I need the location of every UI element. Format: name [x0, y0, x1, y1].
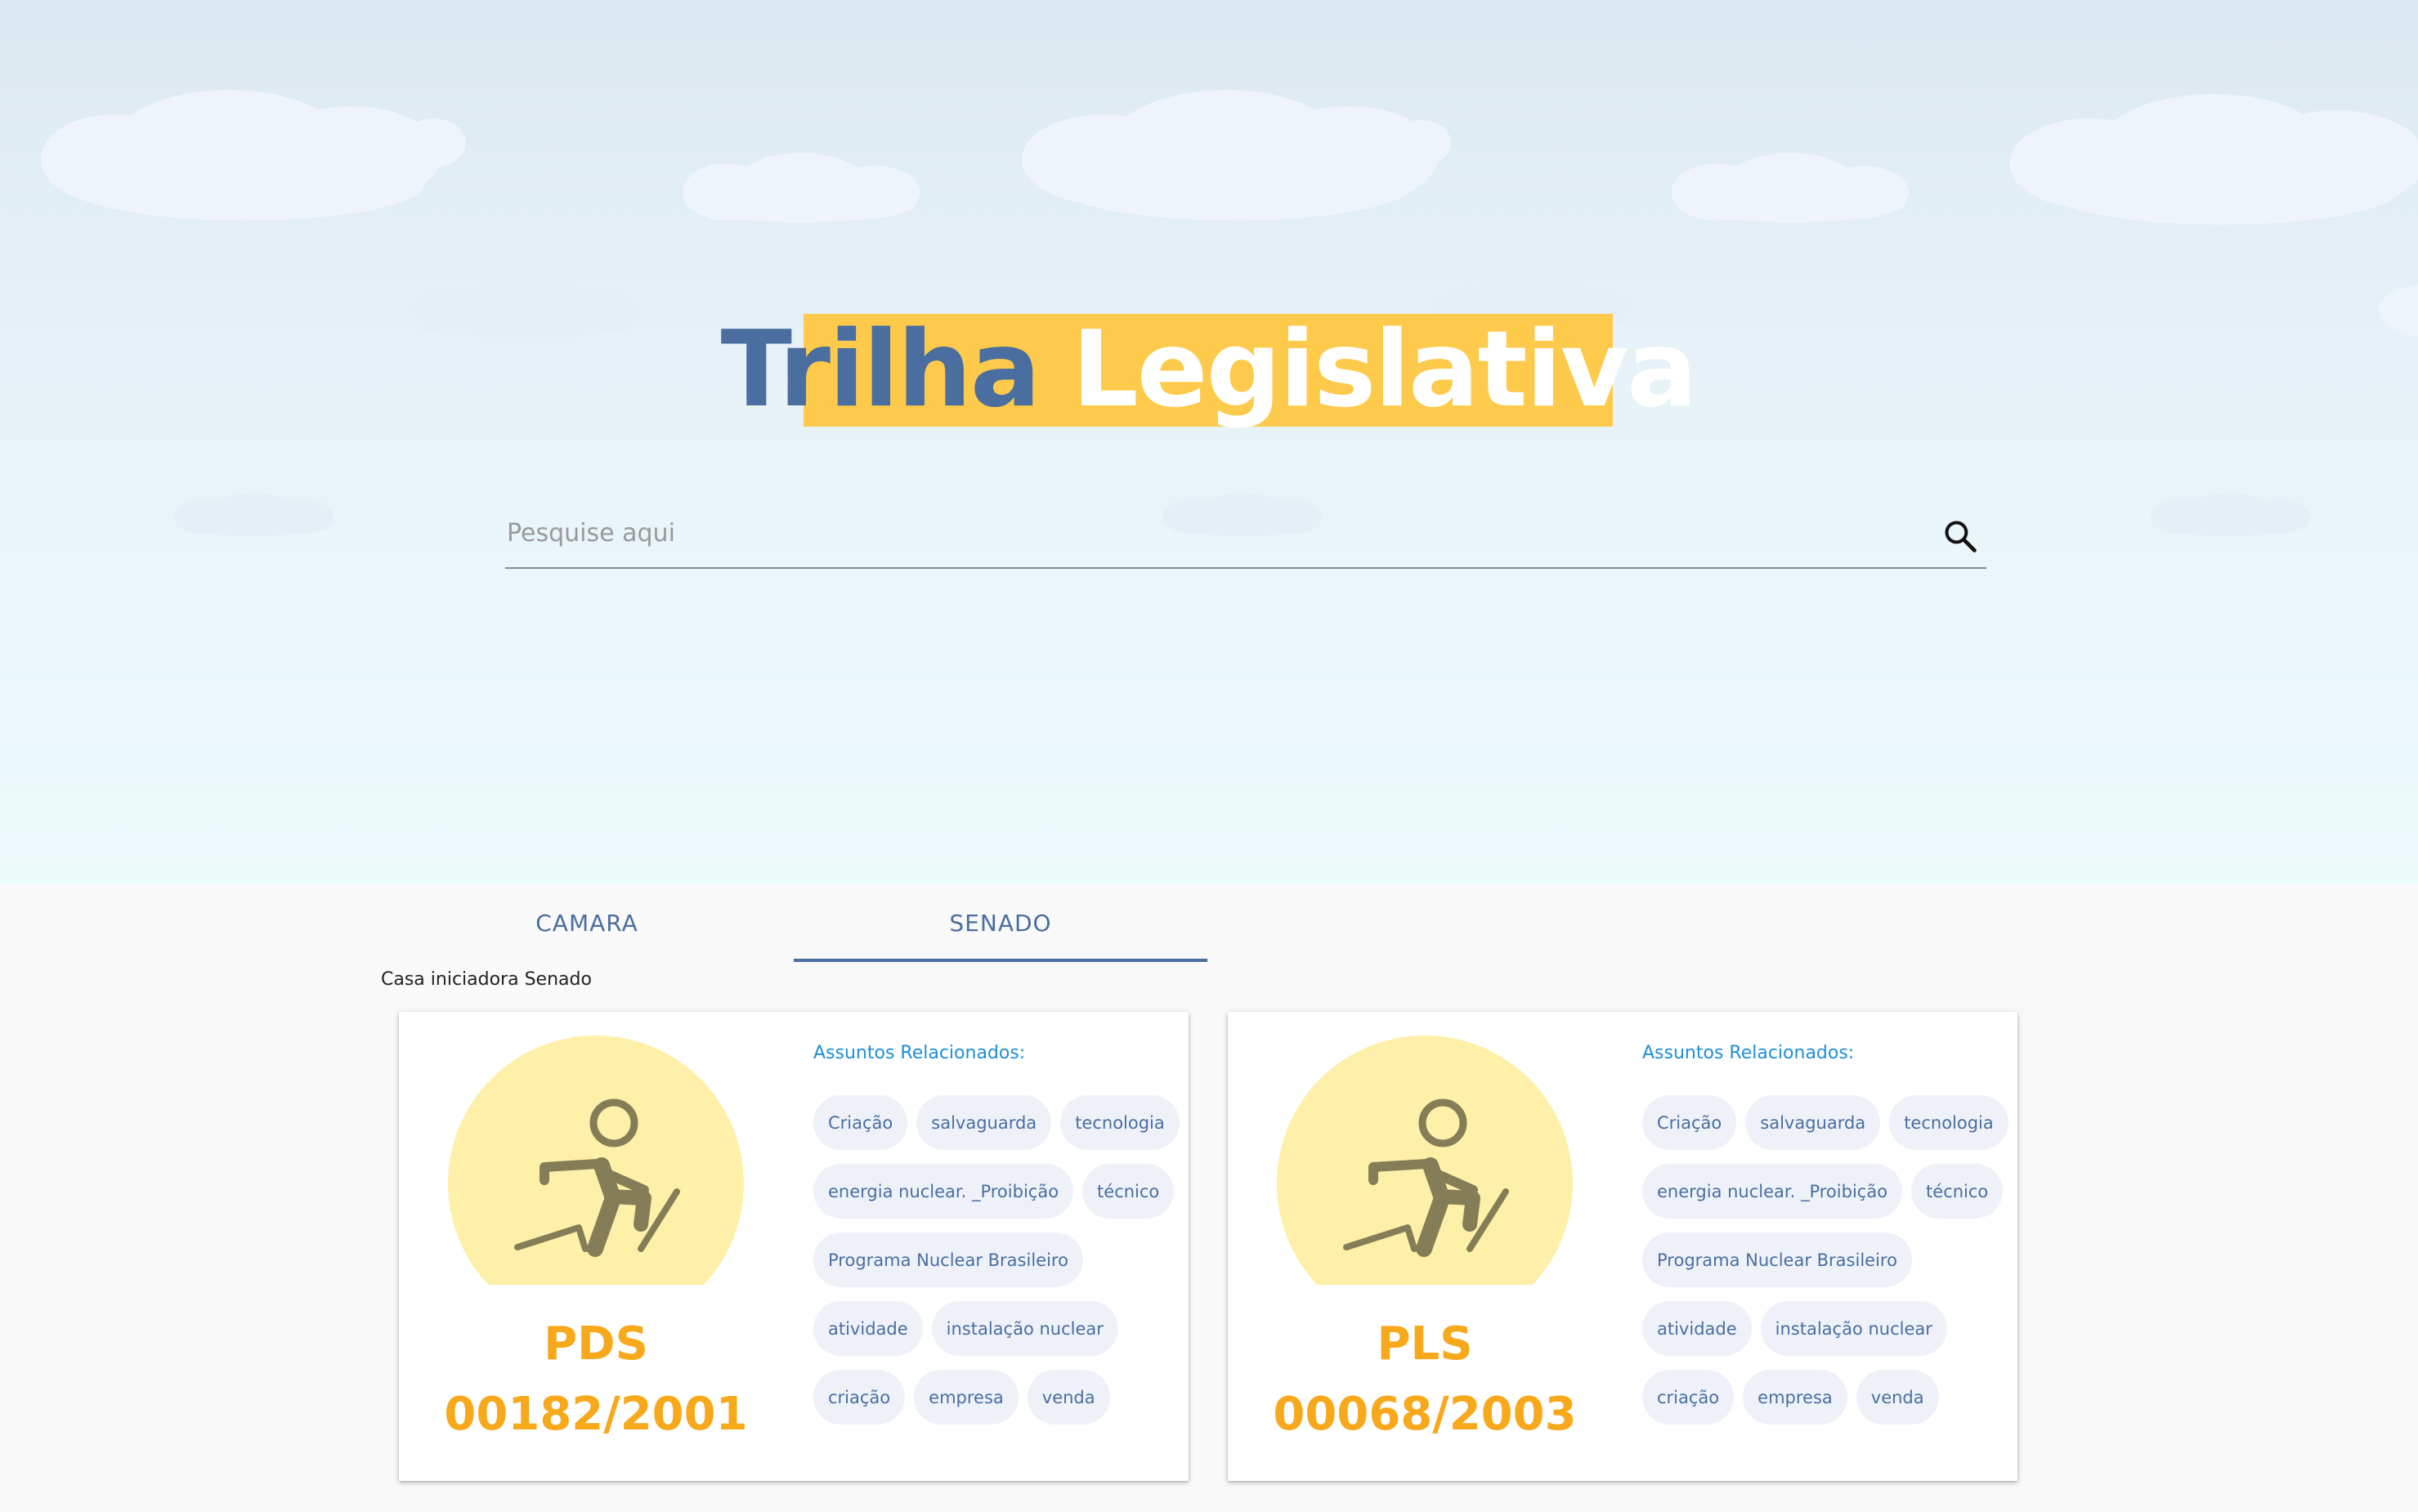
- subject-chip[interactable]: energia nuclear. _Proibição: [1642, 1164, 1903, 1219]
- cloud-decoration: [409, 277, 642, 338]
- subject-chip[interactable]: venda: [1027, 1370, 1110, 1425]
- subject-chip[interactable]: empresa: [1743, 1370, 1847, 1425]
- proposal-type: PLS: [1377, 1317, 1473, 1371]
- search-bar: [505, 500, 1986, 569]
- subject-chip[interactable]: tecnologia: [1060, 1095, 1180, 1150]
- cloud-decoration: [2150, 493, 2310, 536]
- casa-iniciadora-label: Casa iniciadora Senado: [381, 969, 592, 990]
- cloud-decoration: [1672, 153, 1909, 222]
- page-title-part2: Legislativa: [1072, 309, 1697, 431]
- subject-chip[interactable]: técnico: [1911, 1164, 2004, 1219]
- cloud-decoration: [1022, 90, 1451, 221]
- tab-bar: CAMARA SENADO: [380, 887, 1207, 962]
- proposal-type: PDS: [544, 1317, 648, 1371]
- proposal-number: 00182/2001: [444, 1388, 748, 1441]
- climbing-person-icon: [1277, 1036, 1573, 1285]
- subject-chip[interactable]: criação: [1642, 1370, 1735, 1425]
- subject-chip[interactable]: venda: [1856, 1370, 1939, 1425]
- subject-chip[interactable]: Programa Nuclear Brasileiro: [1642, 1232, 1912, 1287]
- search-icon[interactable]: [1942, 518, 1978, 554]
- cloud-decoration: [41, 90, 466, 221]
- subject-chip[interactable]: técnico: [1082, 1164, 1175, 1219]
- subject-chip[interactable]: atividade: [813, 1301, 923, 1356]
- subject-chip-list: Criação salvaguarda tecnologia energia n…: [813, 1095, 1180, 1438]
- cloud-decoration: [683, 153, 920, 222]
- page-title: Trilha Legislativa: [721, 314, 1697, 427]
- climbing-person-icon: [448, 1036, 744, 1285]
- related-subjects-title: Assuntos Relacionados:: [1642, 1043, 1855, 1063]
- subject-chip[interactable]: salvaguarda: [916, 1095, 1052, 1150]
- proposal-card[interactable]: PLS 00068/2003 Assuntos Relacionados: Cr…: [1228, 1012, 2017, 1481]
- subject-chip[interactable]: atividade: [1642, 1301, 1752, 1356]
- subject-chip[interactable]: instalação nuclear: [1760, 1301, 1947, 1356]
- cloud-decoration: [2379, 284, 2418, 337]
- tab-senado[interactable]: SENADO: [794, 887, 1207, 962]
- subject-chip[interactable]: instalação nuclear: [931, 1301, 1118, 1356]
- subject-chip[interactable]: energia nuclear. _Proibição: [813, 1164, 1074, 1219]
- subject-chip[interactable]: criação: [813, 1370, 906, 1425]
- cloud-decoration: [173, 493, 334, 536]
- subject-chip[interactable]: tecnologia: [1889, 1095, 2008, 1150]
- page-title-part1: Trilha: [720, 309, 1041, 431]
- subject-chip[interactable]: empresa: [914, 1370, 1019, 1425]
- hero-banner: Trilha Legislativa: [0, 0, 2418, 884]
- tab-camara[interactable]: CAMARA: [380, 887, 794, 959]
- cloud-decoration: [2009, 94, 2418, 225]
- search-input[interactable]: [505, 512, 1898, 554]
- subject-chip[interactable]: Programa Nuclear Brasileiro: [813, 1232, 1083, 1287]
- subject-chip[interactable]: Criação: [813, 1095, 908, 1150]
- proposal-card[interactable]: PDS 00182/2001 Assuntos Relacionados: Cr…: [399, 1012, 1189, 1481]
- subject-chip-list: Criação salvaguarda tecnologia energia n…: [1642, 1095, 2008, 1438]
- subject-chip[interactable]: Criação: [1642, 1095, 1737, 1150]
- subject-chip[interactable]: salvaguarda: [1745, 1095, 1881, 1150]
- related-subjects-title: Assuntos Relacionados:: [813, 1043, 1026, 1063]
- proposal-number: 00068/2003: [1273, 1388, 1577, 1441]
